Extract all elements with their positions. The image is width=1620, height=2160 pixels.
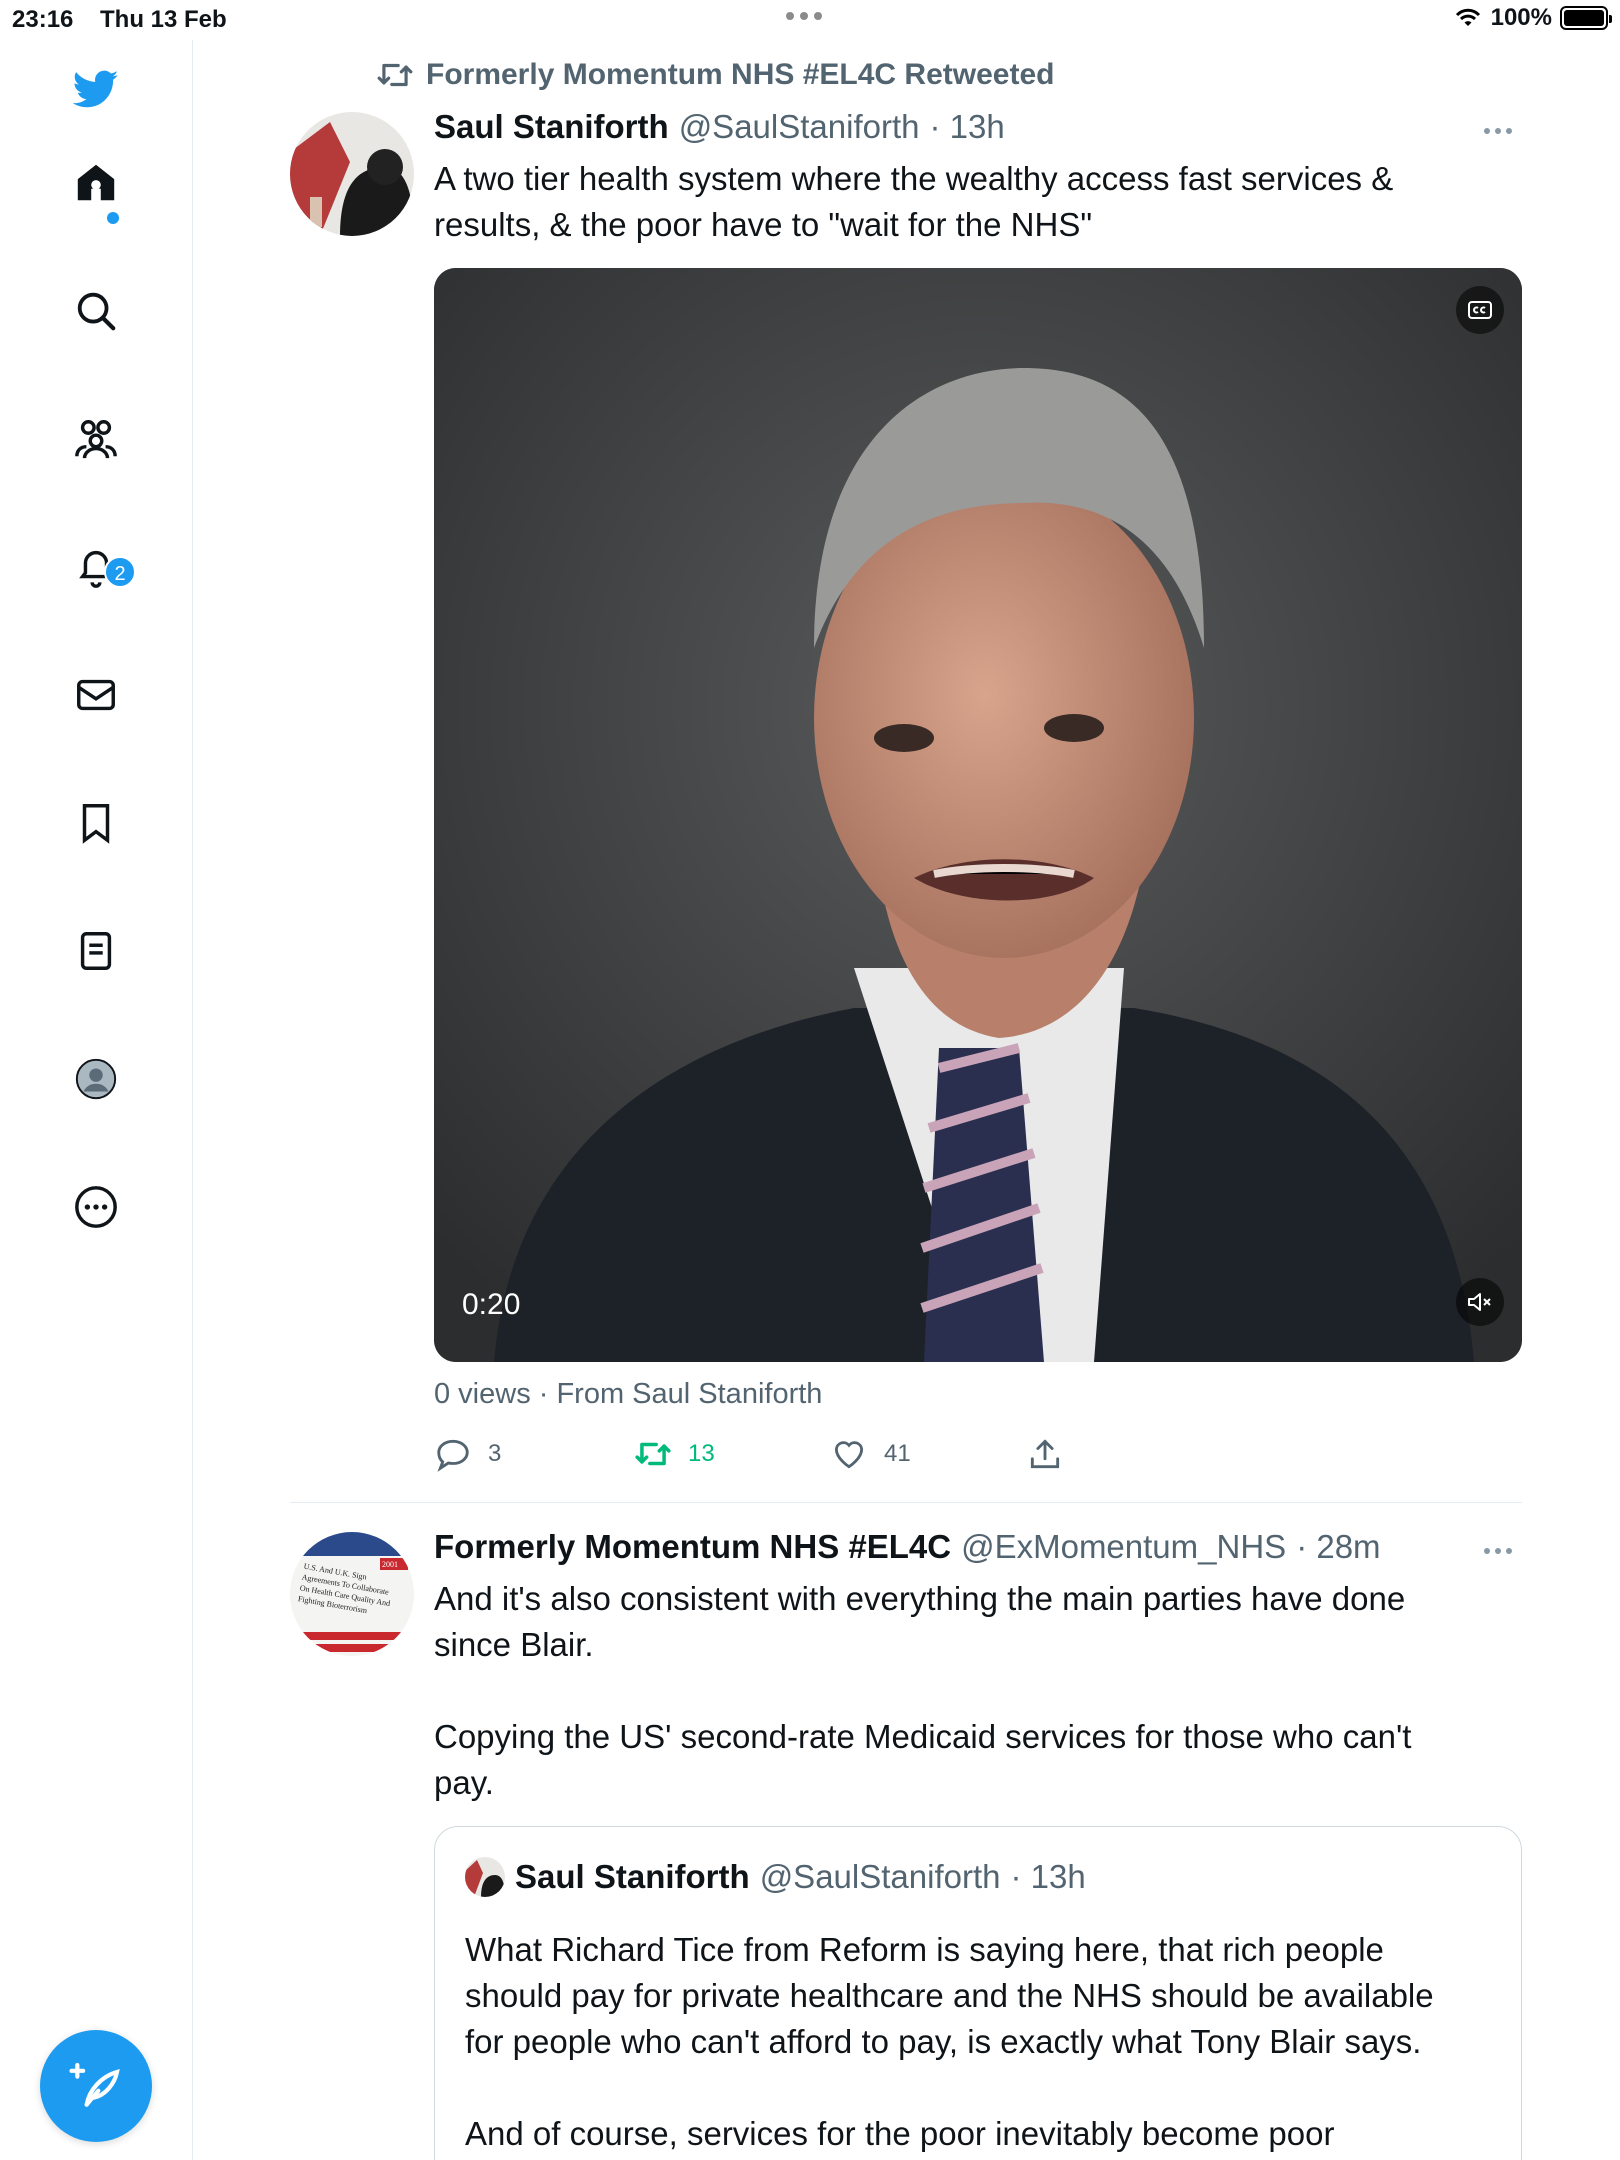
multitasking-dots-icon[interactable] <box>786 12 822 20</box>
views-and-source[interactable]: 0 views · From Saul Staniforth <box>434 1378 822 1411</box>
tweet-timestamp[interactable]: · 28m <box>1296 1528 1380 1566</box>
battery-icon <box>1560 6 1612 30</box>
quoted-author-avatar <box>465 1857 505 1897</box>
retweet-icon <box>635 1442 671 1466</box>
tweet-body: A two tier health system where the wealt… <box>434 160 1394 243</box>
notification-count-badge: 2 <box>104 556 136 588</box>
compose-feather-icon <box>69 2062 120 2107</box>
like-count: 41 <box>884 1440 911 1467</box>
sidebar-nav: 2 <box>0 40 193 2160</box>
battery-percentage: 100% <box>1490 4 1552 31</box>
quoted-tweet-body: What Richard Tice from Reform is saying … <box>465 1931 1434 2152</box>
avatar-year: 2001 <box>382 1560 398 1569</box>
author-name[interactable]: Saul Staniforth <box>434 108 669 146</box>
mute-toggle-icon[interactable] <box>1456 1278 1504 1326</box>
quoted-tweet[interactable]: Saul Staniforth @SaulStaniforth · 13h Wh… <box>434 1826 1522 2160</box>
retweet-button[interactable]: 13 <box>634 1435 715 1473</box>
reply-icon <box>437 1439 469 1472</box>
retweet-count: 13 <box>688 1440 715 1467</box>
video-duration: 0:20 <box>462 1288 521 1321</box>
tweet-more-options-icon[interactable] <box>1484 128 1512 134</box>
status-time: 23:16 <box>12 6 74 33</box>
compose-tweet-button[interactable] <box>40 2030 152 2142</box>
heart-icon <box>834 1441 864 1469</box>
tweet-more-options-icon[interactable] <box>1484 1548 1512 1554</box>
home-icon[interactable] <box>71 158 121 208</box>
retweeted-by-line: Formerly Momentum NHS #EL4C Retweeted <box>376 58 1054 92</box>
wifi-icon <box>1455 8 1480 26</box>
share-button[interactable] <box>1026 1435 1064 1473</box>
profile-avatar-icon[interactable] <box>71 1054 121 1104</box>
reply-button[interactable]: 3 <box>434 1435 501 1473</box>
retweeted-by-text[interactable]: Formerly Momentum NHS #EL4C Retweeted <box>426 58 1054 92</box>
author-handle[interactable]: @SaulStaniforth <box>679 108 920 146</box>
quoted-tweet-timestamp: · 13h <box>1010 1858 1086 1895</box>
tweet-timestamp[interactable]: · 13h <box>929 108 1004 146</box>
author-handle[interactable]: @ExMomentum_NHS <box>961 1528 1286 1566</box>
lists-icon[interactable] <box>71 926 121 976</box>
communities-icon[interactable] <box>71 414 121 464</box>
closed-captions-icon[interactable] <box>1456 286 1504 334</box>
twitter-logo-icon[interactable] <box>71 64 121 114</box>
status-date: Thu 13 Feb <box>100 6 227 33</box>
search-icon[interactable] <box>71 286 121 336</box>
tweet-header: Saul Staniforth @SaulStaniforth · 13h <box>434 108 1005 146</box>
retweet-icon <box>377 63 413 87</box>
video-player[interactable]: 0:20 <box>434 268 1522 1362</box>
quoted-tweet-header: Saul Staniforth @SaulStaniforth · 13h <box>465 1857 1086 1897</box>
share-icon <box>1030 1439 1060 1469</box>
tweet-body: And it's also consistent with everything… <box>434 1580 1412 1801</box>
author-name[interactable]: Formerly Momentum NHS #EL4C <box>434 1528 951 1566</box>
status-bar: 23:16 Thu 13 Feb 100% <box>0 0 1620 40</box>
quoted-author-name: Saul Staniforth <box>515 1858 750 1895</box>
like-button[interactable]: 41 <box>830 1435 911 1473</box>
messages-envelope-icon[interactable] <box>71 670 121 720</box>
author-avatar[interactable] <box>290 112 414 236</box>
video-frame-image <box>434 268 1522 1362</box>
tweet-divider <box>290 1502 1522 1503</box>
more-options-icon[interactable] <box>71 1182 121 1232</box>
home-unread-dot <box>107 212 119 224</box>
author-avatar[interactable]: 2001 U.S. And U.K. Sign Agreements To Co… <box>290 1532 414 1656</box>
status-indicators: 100% <box>1453 4 1612 32</box>
tweet-header: Formerly Momentum NHS #EL4C @ExMomentum_… <box>434 1528 1381 1566</box>
quoted-author-handle: @SaulStaniforth <box>759 1858 1001 1895</box>
reply-count: 3 <box>488 1440 502 1467</box>
bookmark-icon[interactable] <box>71 798 121 848</box>
